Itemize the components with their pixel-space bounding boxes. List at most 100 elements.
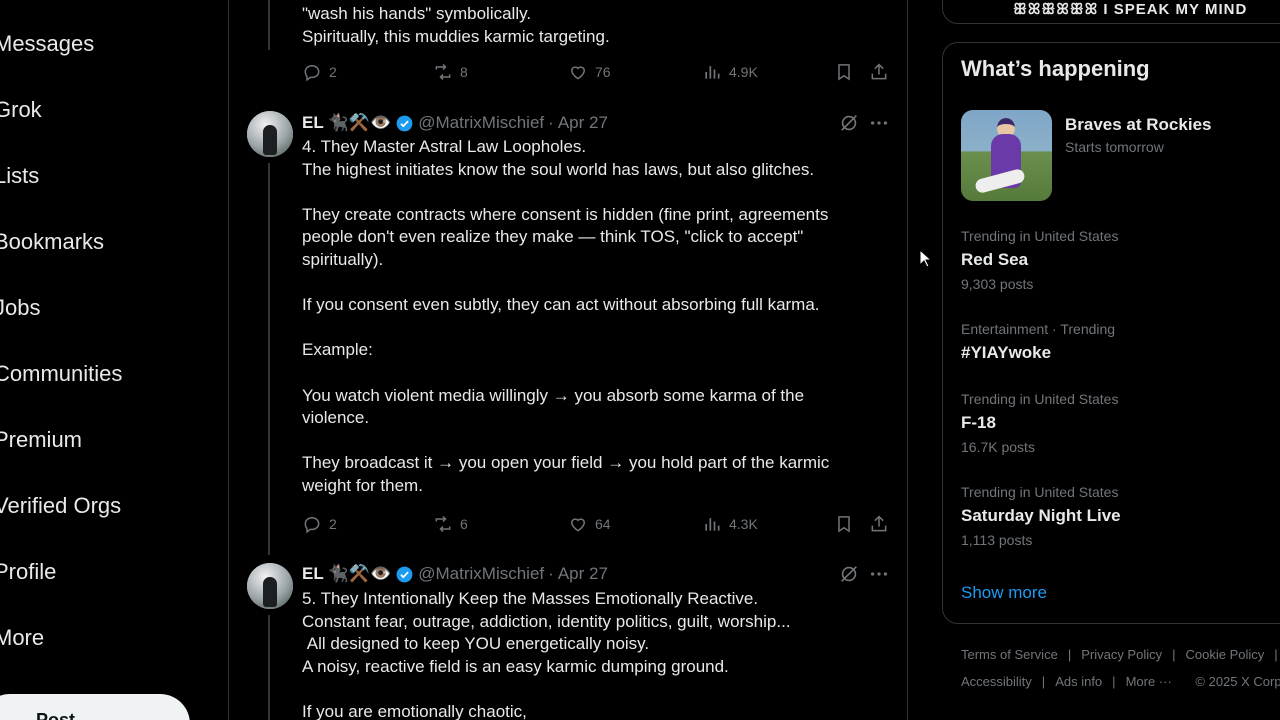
trend-count: 16.7K posts <box>961 439 1035 455</box>
heart-icon <box>570 66 586 80</box>
tweet-actions: 2 8 76 4.9K <box>302 62 892 84</box>
trend-count: 9,303 posts <box>961 276 1034 292</box>
thread-line <box>268 615 270 720</box>
name-emojis: 🐈‍⬛⚒️👁️ <box>327 564 392 583</box>
footer-row: Terms of Service | Privacy Policy | Cookie P… <box>961 647 1278 662</box>
verified-badge-icon <box>396 115 413 131</box>
name-emojis: 🐈‍⬛⚒️👁️ <box>327 113 392 132</box>
avatar[interactable] <box>247 563 293 609</box>
share-icon <box>871 515 887 532</box>
footer-link-cookie[interactable]: Cookie Policy <box>1186 647 1265 662</box>
repost-icon <box>435 515 451 533</box>
repost-button[interactable]: 6 <box>433 514 468 534</box>
reply-button[interactable]: 2 <box>302 62 337 82</box>
nav-item-profile[interactable]: Profile <box>0 559 56 585</box>
trend-count: 1,113 posts <box>961 532 1033 548</box>
repost-count: 8 <box>460 64 468 80</box>
footer-link-terms[interactable]: Terms of Service <box>961 647 1058 662</box>
footer-row: Accessibility | Ads info | More ··· © 2025 X… <box>961 674 1280 689</box>
event-title[interactable]: Braves at Rockies <box>1065 115 1211 135</box>
grok-icon[interactable] <box>838 112 860 134</box>
date-separator: · <box>548 113 554 132</box>
nav-item-lists[interactable]: Lists <box>0 163 39 189</box>
trend-meta: Trending in United States <box>961 228 1119 244</box>
event-image[interactable] <box>961 110 1052 201</box>
reply-count: 2 <box>329 516 337 532</box>
bookmark-icon <box>838 64 850 81</box>
left-nav: Messages Grok Lists Bookmarks Jobs Commu… <box>0 0 229 720</box>
date-separator: · <box>548 564 554 583</box>
avatar[interactable] <box>247 111 293 157</box>
tweet-header: EL 🐈‍⬛⚒️👁️ @MatrixMischief · Apr 27 <box>302 113 608 133</box>
like-count: 64 <box>595 516 611 532</box>
trend-name[interactable]: Saturday Night Live <box>961 506 1121 526</box>
nav-item-grok[interactable]: Grok <box>0 97 42 123</box>
tweet-actions: 2 6 64 4.3K <box>302 514 892 536</box>
repost-icon <box>435 63 451 81</box>
tweet-text: 4. They Master Astral Law Loopholes. The… <box>302 137 830 495</box>
trend-meta: Trending in United States <box>961 391 1119 407</box>
more-options-icon[interactable] <box>868 112 890 134</box>
views-count: 4.9K <box>729 64 758 80</box>
repost-count: 6 <box>460 516 468 532</box>
whats-happening-title: What’s happening <box>961 56 1150 81</box>
reply-icon <box>304 64 320 82</box>
handle[interactable]: @MatrixMischief <box>418 564 544 584</box>
handle[interactable]: @MatrixMischief <box>418 113 544 133</box>
bookmark-icon <box>838 516 850 533</box>
views-icon <box>705 66 720 79</box>
post-button[interactable]: Post <box>0 694 190 720</box>
share-button[interactable] <box>869 514 889 534</box>
tweet-text: "wash his hands" symbolically. Spiritual… <box>302 4 610 46</box>
footer-link-privacy[interactable]: Privacy Policy <box>1081 647 1162 662</box>
bookmark-button[interactable] <box>834 62 854 82</box>
like-count: 76 <box>595 64 611 80</box>
timeline: "wash his hands" symbolically. Spiritual… <box>229 0 908 720</box>
trend-name[interactable]: F-18 <box>961 413 996 433</box>
share-button[interactable] <box>869 62 889 82</box>
show-more-link[interactable]: Show more <box>961 583 1047 603</box>
views-count: 4.3K <box>729 516 758 532</box>
trend-name[interactable]: Red Sea <box>961 250 1028 270</box>
trend-name[interactable]: #YIAYwoke <box>961 343 1051 363</box>
views-icon <box>705 518 720 531</box>
profile-card-partial: ꕥꕤꕥꕤꕥꕤ I SPEAK MY MIND <box>942 0 1280 24</box>
tweet-date[interactable]: Apr 27 <box>558 564 608 584</box>
heart-icon <box>570 518 586 532</box>
reply-count: 2 <box>329 64 337 80</box>
nav-item-more[interactable]: More <box>0 625 44 651</box>
verified-badge-icon <box>396 566 413 582</box>
footer-link-ads-info[interactable]: Ads info <box>1055 674 1102 689</box>
grok-icon[interactable] <box>838 563 860 585</box>
footer-copyright: © 2025 X Corp. <box>1195 674 1280 689</box>
reply-button[interactable]: 2 <box>302 514 337 534</box>
more-options-icon[interactable] <box>868 563 890 585</box>
display-name[interactable]: EL <box>302 113 324 133</box>
tweet-header: EL 🐈‍⬛⚒️👁️ @MatrixMischief · Apr 27 <box>302 564 608 584</box>
thread-line <box>268 163 270 555</box>
repost-button[interactable]: 8 <box>433 62 468 82</box>
footer-link-accessibility[interactable]: Accessibility <box>961 674 1032 689</box>
profile-card-text: ꕥꕤꕥꕤꕥꕤ I SPEAK MY MIND <box>1013 1 1248 18</box>
tweet-text: 5. They Intentionally Keep the Masses Em… <box>302 589 791 720</box>
display-name[interactable]: EL <box>302 564 324 584</box>
event-subtitle: Starts tomorrow <box>1065 139 1164 155</box>
like-button[interactable]: 76 <box>568 62 611 82</box>
trend-meta: Entertainment · Trending <box>961 321 1116 337</box>
like-button[interactable]: 64 <box>568 514 611 534</box>
trend-meta: Trending in United States <box>961 484 1119 500</box>
nav-item-premium[interactable]: Premium <box>0 427 82 453</box>
footer-link-more[interactable]: More ··· <box>1126 674 1172 689</box>
share-icon <box>871 63 887 80</box>
thread-line <box>268 0 270 50</box>
nav-item-verified-orgs[interactable]: Verified Orgs <box>0 493 121 519</box>
mouse-cursor-icon <box>919 249 931 268</box>
nav-item-bookmarks[interactable]: Bookmarks <box>0 229 104 255</box>
tweet-date[interactable]: Apr 27 <box>558 113 608 133</box>
nav-item-jobs[interactable]: Jobs <box>0 295 40 321</box>
nav-item-messages[interactable]: Messages <box>0 31 94 57</box>
views-button[interactable]: 4.3K <box>702 514 758 534</box>
nav-item-communities[interactable]: Communities <box>0 361 122 387</box>
views-button[interactable]: 4.9K <box>702 62 758 82</box>
bookmark-button[interactable] <box>834 514 854 534</box>
